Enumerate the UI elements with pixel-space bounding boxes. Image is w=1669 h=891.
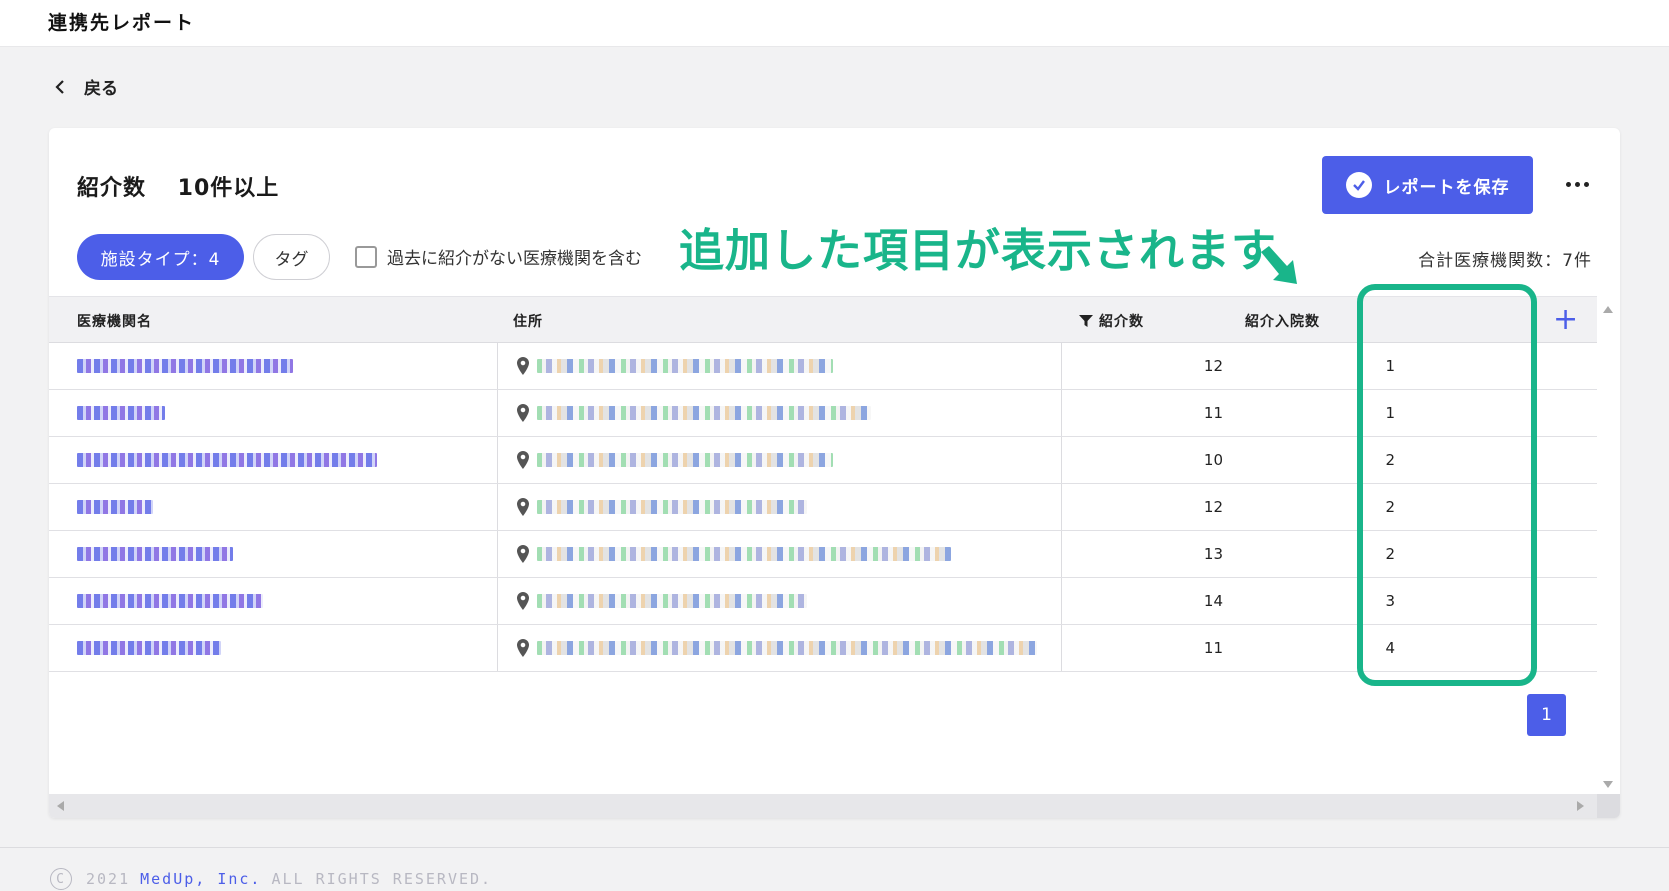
back-label: 戻る: [84, 79, 118, 99]
column-header-name[interactable]: 医療機関名: [77, 297, 152, 344]
table-header: 医療機関名 住所 紹介数 紹介入院数 +: [49, 296, 1597, 343]
redacted-name[interactable]: [77, 641, 221, 655]
back-link[interactable]: 戻る: [52, 74, 118, 99]
annotation-text: 追加した項目が表示されます: [679, 224, 1278, 277]
copyright: C 2021 MedUp, Inc. ALL RIGHTS RESERVED.: [50, 868, 492, 890]
redacted-name[interactable]: [77, 500, 153, 514]
table-row[interactable]: 12 1: [49, 343, 1597, 390]
brand-link[interactable]: MedUp, Inc.: [140, 870, 261, 888]
location-pin-icon: [517, 545, 529, 563]
table-row[interactable]: 11 4: [49, 625, 1597, 672]
chevron-left-icon: [55, 79, 64, 94]
footer: C 2021 MedUp, Inc. ALL RIGHTS RESERVED.: [0, 847, 1669, 891]
scroll-down-icon[interactable]: [1603, 781, 1613, 788]
redacted-name[interactable]: [77, 359, 293, 373]
page-title: 連携先レポート: [48, 12, 196, 34]
admission-count: 1: [1385, 357, 1395, 375]
admission-count: 2: [1385, 451, 1395, 469]
copyright-icon: C: [50, 868, 72, 890]
location-pin-icon: [517, 404, 529, 422]
report-title: 紹介数 10件以上: [77, 176, 280, 201]
redacted-name[interactable]: [77, 453, 377, 467]
referral-count: 14: [1203, 592, 1223, 610]
location-pin-icon: [517, 498, 529, 516]
admission-count: 2: [1385, 545, 1395, 563]
table-row[interactable]: 12 2: [49, 484, 1597, 531]
add-column-icon[interactable]: +: [1553, 305, 1578, 335]
copyright-year: 2021: [86, 870, 131, 888]
redacted-name[interactable]: [77, 594, 263, 608]
admission-count: 1: [1385, 404, 1395, 422]
facility-type-filter-chip[interactable]: 施設タイプ：4: [77, 234, 244, 280]
table-row[interactable]: 11 1: [49, 390, 1597, 437]
column-header-referrals[interactable]: 紹介数: [1079, 297, 1144, 344]
top-bar: 連携先レポート: [0, 0, 1669, 47]
redacted-address: [537, 641, 1037, 655]
more-options-button[interactable]: [1559, 166, 1595, 202]
referral-count: 11: [1203, 639, 1223, 657]
redacted-address: [537, 594, 807, 608]
redacted-name[interactable]: [77, 547, 233, 561]
include-past-checkbox[interactable]: 過去に紹介がない医療機関を含む: [355, 244, 642, 269]
checkbox-box[interactable]: [355, 245, 377, 268]
scroll-left-icon[interactable]: [57, 801, 64, 811]
referral-count: 12: [1203, 498, 1223, 516]
scroll-right-icon[interactable]: [1577, 801, 1584, 811]
column-header-address[interactable]: 住所: [513, 297, 543, 344]
horizontal-scrollbar[interactable]: [49, 794, 1620, 818]
filter-icon: [1079, 314, 1093, 327]
location-pin-icon: [517, 639, 529, 657]
table-row[interactable]: 10 2: [49, 437, 1597, 484]
location-pin-icon: [517, 357, 529, 375]
total-institutions: 合計医療機関数：7件: [1418, 251, 1592, 271]
location-pin-icon: [517, 451, 529, 469]
tag-filter-chip[interactable]: タグ: [253, 234, 330, 280]
scroll-up-icon[interactable]: [1603, 306, 1613, 313]
admission-count: 3: [1385, 592, 1395, 610]
redacted-address: [537, 453, 833, 467]
admission-count: 4: [1385, 639, 1395, 657]
referral-count: 12: [1203, 357, 1223, 375]
table-row[interactable]: 13 2: [49, 531, 1597, 578]
annotation-arrow-icon: [1261, 246, 1297, 284]
location-pin-icon: [517, 592, 529, 610]
rights-text: ALL RIGHTS RESERVED.: [271, 870, 493, 888]
referral-count: 11: [1203, 404, 1223, 422]
redacted-address: [537, 500, 807, 514]
referral-count: 13: [1203, 545, 1223, 563]
save-report-label: レポートを保存: [1383, 177, 1510, 198]
redacted-name[interactable]: [77, 406, 165, 420]
column-header-admissions[interactable]: 紹介入院数: [1245, 297, 1320, 344]
page-1-button[interactable]: 1: [1527, 694, 1566, 736]
referral-count: 10: [1203, 451, 1223, 469]
report-card: 紹介数 10件以上 レポートを保存 施設タイプ：4 タグ 過去に紹介がない医療機…: [49, 128, 1620, 818]
vertical-scrollbar[interactable]: [1597, 296, 1620, 796]
check-circle-icon: [1345, 172, 1372, 198]
save-report-button[interactable]: レポートを保存: [1322, 156, 1533, 214]
redacted-address: [537, 359, 833, 373]
redacted-address: [537, 547, 951, 561]
redacted-address: [537, 406, 871, 420]
report-table: 医療機関名 住所 紹介数 紹介入院数 + 12 1 11 1 10 2 12 2…: [49, 296, 1597, 672]
more-dots-icon: [1565, 181, 1571, 187]
admission-count: 2: [1385, 498, 1395, 516]
include-past-label: 過去に紹介がない医療機関を含む: [387, 249, 642, 269]
table-row[interactable]: 14 3: [49, 578, 1597, 625]
